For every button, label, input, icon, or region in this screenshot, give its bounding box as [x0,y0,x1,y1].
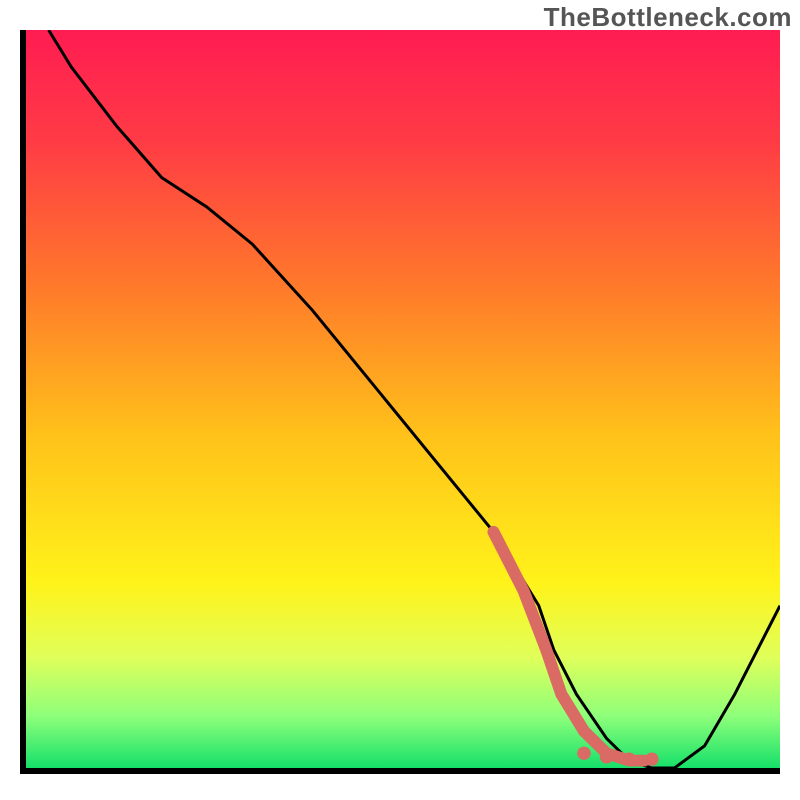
chart-frame: TheBottleneck.com [0,0,800,800]
highlight-dot [600,750,614,763]
highlight-dot [577,747,591,760]
plot-area [20,30,780,774]
watermark-text: TheBottleneck.com [544,2,792,33]
highlight-segment [493,532,644,761]
highlight-dot [622,753,636,766]
highlight-dot [645,753,659,766]
overlay-svg [26,30,780,768]
metric-curve [49,30,780,768]
